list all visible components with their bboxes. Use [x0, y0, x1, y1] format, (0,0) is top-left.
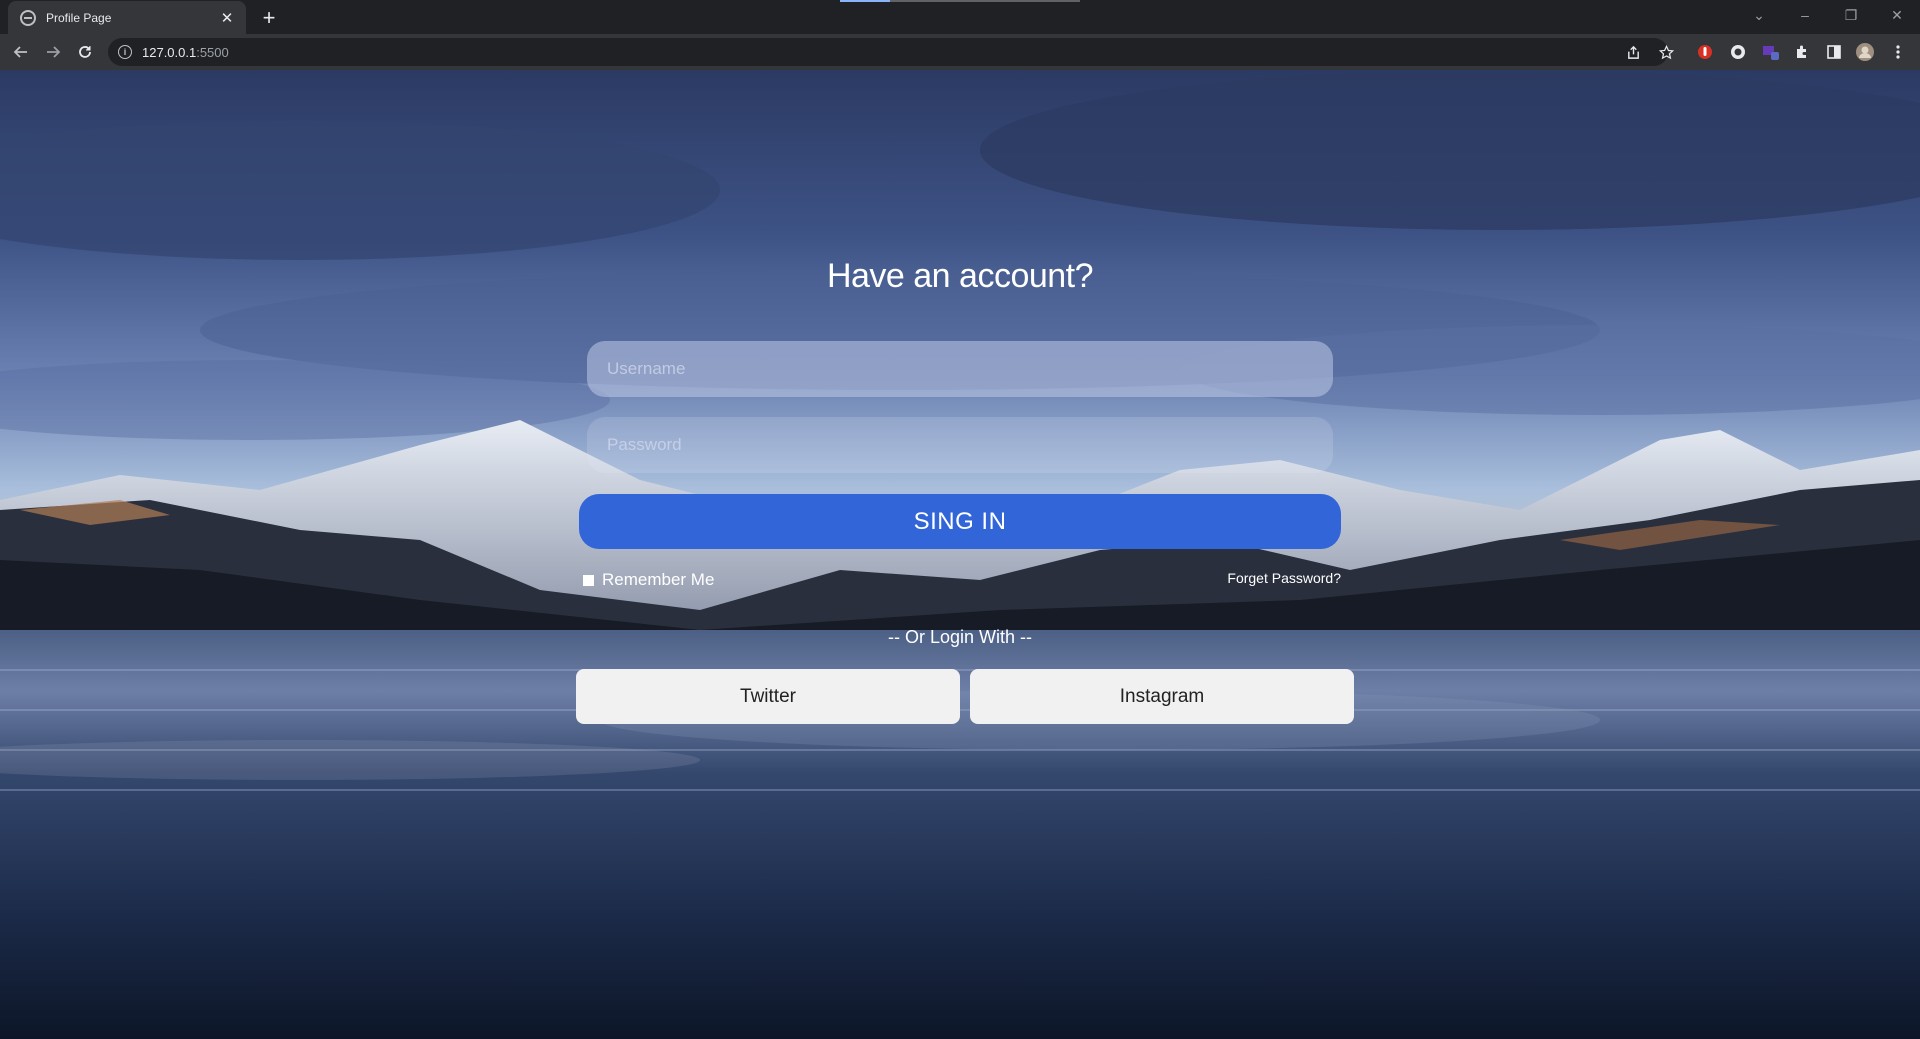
kebab-menu-icon[interactable] [1888, 42, 1908, 62]
tab-search-indicator [840, 0, 890, 2]
tab-search-icon[interactable]: ⌄ [1736, 0, 1782, 30]
minimize-button[interactable]: – [1782, 0, 1828, 30]
remember-me-label: Remember Me [602, 570, 715, 589]
forgot-password-link[interactable]: Forget Password? [1227, 570, 1341, 586]
avatar[interactable] [1855, 42, 1875, 62]
lake-mountain-background [0, 70, 1920, 1039]
remember-me[interactable]: Remember Me [583, 569, 714, 591]
tab-strip: Profile Page ✕ + ⌄ – ❐ ✕ [0, 0, 1920, 34]
globe-icon [20, 9, 36, 26]
star-icon[interactable] [1655, 41, 1677, 63]
share-icon[interactable] [1622, 41, 1644, 63]
url-host: 127.0.0.1 [142, 44, 197, 60]
remember-me-checkbox[interactable] [583, 574, 594, 586]
or-login-divider: -- Or Login With -- [887, 627, 1033, 647]
tab-profile-page[interactable]: Profile Page ✕ [8, 1, 246, 34]
extension-red-icon[interactable] [1695, 42, 1715, 62]
back-arrow-icon[interactable] [8, 39, 34, 65]
sign-in-button[interactable]: SING IN [579, 494, 1341, 549]
twitter-login-button[interactable]: Twitter [576, 669, 960, 724]
extension-circle-icon[interactable] [1728, 42, 1748, 62]
url-port: :5500 [196, 44, 229, 60]
password-input[interactable] [587, 417, 1333, 473]
info-icon[interactable]: i [118, 45, 132, 59]
page-viewport: Have an account? SING IN Remember Me For… [0, 70, 1920, 1039]
instagram-login-button[interactable]: Instagram [970, 669, 1354, 724]
side-panel-icon[interactable] [1824, 42, 1844, 62]
new-tab-button[interactable]: + [256, 5, 282, 31]
close-window-button[interactable]: ✕ [1874, 0, 1920, 30]
puzzle-icon[interactable] [1792, 42, 1812, 62]
browser-toolbar: i 127.0.0.1 :5500 [0, 34, 1920, 70]
login-title: Have an account? [826, 257, 1094, 295]
address-bar[interactable]: i 127.0.0.1 :5500 [108, 38, 1668, 66]
reload-icon[interactable] [72, 39, 98, 65]
browser-chrome: Profile Page ✕ + ⌄ – ❐ ✕ i 127.0.0.1 :55… [0, 0, 1920, 70]
restore-button[interactable]: ❐ [1828, 0, 1874, 30]
extension-purple-icon[interactable] [1761, 42, 1781, 62]
tab-title: Profile Page [46, 10, 112, 25]
forward-arrow-icon[interactable] [40, 39, 66, 65]
tab-divider [890, 0, 1080, 2]
close-tab-icon[interactable]: ✕ [218, 9, 236, 27]
username-input[interactable] [587, 341, 1333, 397]
